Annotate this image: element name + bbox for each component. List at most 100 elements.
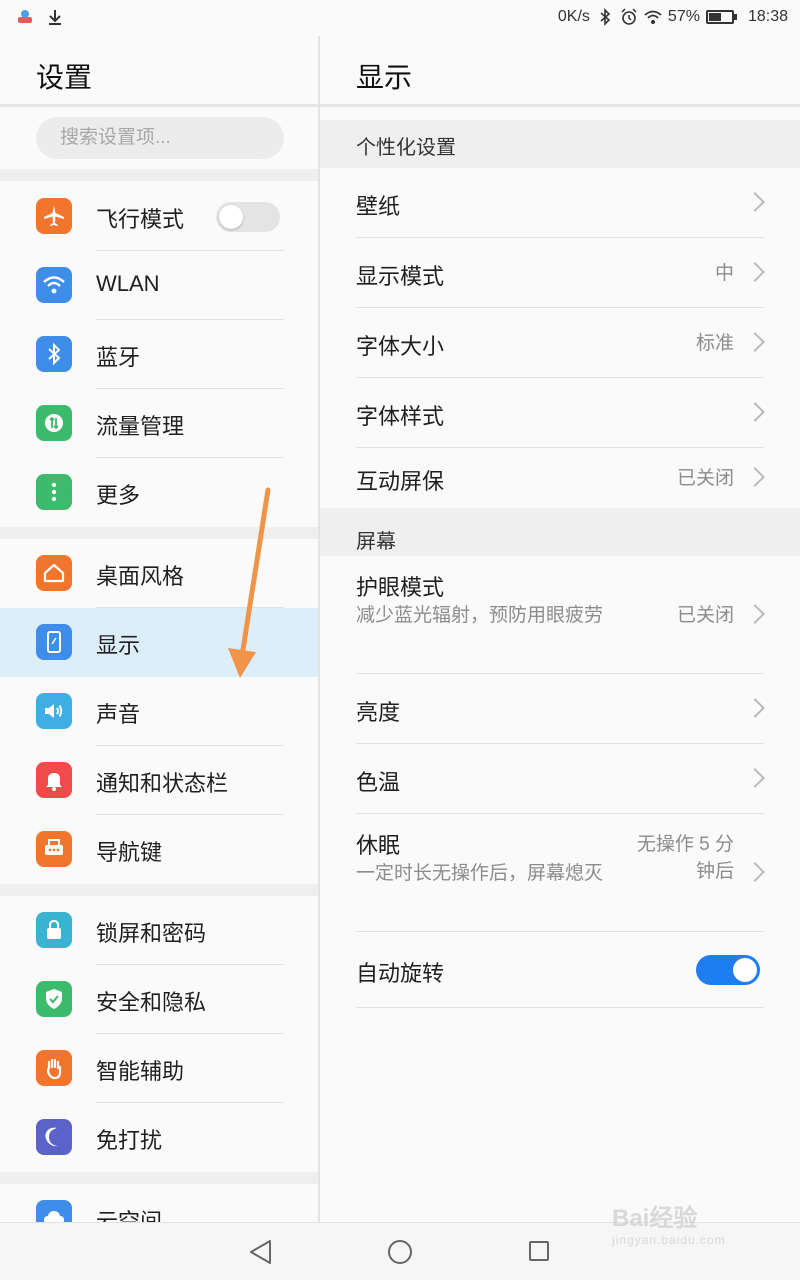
group-spacer bbox=[0, 1172, 318, 1184]
chevron-right-icon bbox=[745, 262, 765, 282]
page-title: 设置 bbox=[36, 62, 93, 93]
download-icon bbox=[49, 10, 61, 25]
alarm-icon bbox=[621, 8, 637, 25]
row-divider bbox=[356, 1007, 764, 1008]
search-input[interactable]: 搜索设置项... bbox=[36, 117, 284, 159]
setting-row[interactable]: 字体大小 标准 bbox=[320, 308, 800, 378]
sidebar-item-label: 桌面风格 bbox=[96, 564, 185, 589]
battery-percent: 57% bbox=[667, 8, 700, 25]
setting-row[interactable]: 自动旋转 bbox=[320, 932, 800, 1008]
setting-row[interactable]: 互动屏保 已关闭 bbox=[320, 448, 800, 508]
sidebar-item-4[interactable]: 流量管理 bbox=[0, 389, 318, 458]
recents-icon[interactable] bbox=[529, 1241, 549, 1261]
status-bar: 0K/s 57% 18:38 bbox=[0, 0, 800, 36]
sidebar-item-1[interactable]: 飞行模式 bbox=[0, 182, 318, 251]
sidebar-item-label: 通知和状态栏 bbox=[96, 771, 229, 796]
chevron-right-icon bbox=[745, 467, 765, 487]
group-spacer bbox=[0, 527, 318, 539]
sidebar-item-13[interactable]: 智能辅助 bbox=[0, 1034, 318, 1103]
setting-label: 字体大小 bbox=[356, 334, 445, 359]
setting-row[interactable]: 色温 bbox=[320, 744, 800, 814]
cloud-icon bbox=[36, 1200, 72, 1222]
lock-icon bbox=[36, 912, 72, 948]
sidebar-item-14[interactable]: 免打扰 bbox=[0, 1103, 318, 1172]
display-settings-pane: 显示 个性化设置 壁纸 显示模式中字体大小 标准 字体样式 互动屏保 已关闭 屏幕 护眼模式 减少… bbox=[320, 36, 800, 1222]
bluetooth-icon bbox=[600, 8, 611, 26]
sidebar-item-15[interactable]: 云空间 bbox=[0, 1184, 318, 1222]
setting-label: 护眼模式 bbox=[356, 575, 445, 600]
setting-row[interactable]: 壁纸 bbox=[320, 168, 800, 238]
title-divider bbox=[320, 104, 800, 107]
section-header-label: 屏幕 bbox=[356, 531, 396, 553]
setting-label: 亮度 bbox=[356, 700, 401, 725]
section-header-label: 个性化设置 bbox=[356, 137, 456, 159]
sound-icon bbox=[36, 693, 72, 729]
setting-row[interactable]: 护眼模式 减少蓝光辐射，预防用眼疲劳 已关闭 bbox=[320, 556, 800, 674]
detail-title: 显示 bbox=[356, 62, 413, 93]
setting-label: 字体样式 bbox=[356, 404, 445, 429]
setting-label: 色温 bbox=[356, 770, 401, 795]
setting-row[interactable]: 显示模式 中 bbox=[320, 238, 800, 308]
sidebar-item-label: 锁屏和密码 bbox=[96, 921, 207, 946]
setting-description: 一定时长无操作后，屏幕熄灭 bbox=[356, 863, 604, 884]
setting-row[interactable]: 休眠一定时长无操作后，屏幕熄灭 无操作 5 分钟后 bbox=[320, 814, 800, 932]
setting-row[interactable]: 亮度 bbox=[320, 674, 800, 744]
sidebar-item-label: 蓝牙 bbox=[96, 345, 141, 370]
data-usage-icon bbox=[36, 405, 72, 441]
setting-row[interactable]: 字体样式 bbox=[320, 378, 800, 448]
setting-label: 壁纸 bbox=[356, 194, 401, 219]
more-icon bbox=[36, 474, 72, 510]
group-spacer bbox=[0, 884, 318, 896]
auto-rotate-toggle[interactable] bbox=[696, 955, 760, 985]
hand-icon bbox=[36, 1050, 72, 1086]
sidebar-item-6[interactable]: 桌面风格 bbox=[0, 539, 318, 608]
section-header: 屏幕 bbox=[320, 508, 800, 556]
chevron-right-icon bbox=[745, 402, 765, 422]
sidebar-item-2[interactable]: WLAN bbox=[0, 251, 318, 320]
chevron-right-icon bbox=[745, 768, 765, 788]
setting-value: 无操作 5 分钟后 bbox=[636, 834, 734, 882]
sidebar-item-5[interactable]: 更多 bbox=[0, 458, 318, 527]
chevron-right-icon bbox=[745, 862, 765, 882]
chevron-right-icon bbox=[745, 332, 765, 352]
bell-icon bbox=[36, 762, 72, 798]
setting-label: 互动屏保 bbox=[356, 469, 445, 494]
setting-value: 已关闭 bbox=[676, 468, 734, 489]
section-header: 个性化设置 bbox=[320, 120, 800, 168]
sidebar-item-3[interactable]: 蓝牙 bbox=[0, 320, 318, 389]
sidebar-item-11[interactable]: 锁屏和密码 bbox=[0, 896, 318, 965]
sidebar-item-label: 导航键 bbox=[96, 840, 163, 865]
sidebar-item-9[interactable]: 通知和状态栏 bbox=[0, 746, 318, 815]
sidebar-item-label: WLAN bbox=[96, 271, 160, 296]
wifi-icon bbox=[644, 10, 662, 24]
sidebar-item-10[interactable]: 导航键 bbox=[0, 815, 318, 884]
home-icon bbox=[36, 555, 72, 591]
toggle-knob bbox=[219, 205, 243, 229]
setting-value: 已关闭 bbox=[676, 605, 734, 626]
chevron-right-icon bbox=[745, 698, 765, 718]
sidebar-item-label: 声音 bbox=[96, 702, 141, 727]
title-divider bbox=[0, 104, 318, 107]
network-speed: 0K/s bbox=[557, 8, 590, 25]
sidebar-item-8[interactable]: 声音 bbox=[0, 677, 318, 746]
toggle-knob bbox=[733, 958, 757, 982]
moon-icon bbox=[36, 1119, 72, 1155]
setting-label: 自动旋转 bbox=[356, 961, 445, 986]
back-icon[interactable] bbox=[248, 1238, 274, 1266]
setting-value: 标准 bbox=[695, 333, 734, 354]
navigation-key-icon bbox=[36, 831, 72, 867]
home-icon[interactable] bbox=[388, 1240, 412, 1264]
airplane-mode-toggle[interactable] bbox=[216, 202, 280, 232]
wifi-icon bbox=[36, 267, 72, 303]
sidebar-item-label: 安全和隐私 bbox=[96, 990, 207, 1015]
shield-icon bbox=[36, 981, 72, 1017]
sidebar-item-label: 智能辅助 bbox=[96, 1059, 185, 1084]
settings-list-pane: 设置 搜索设置项... 飞行模式 WLAN 蓝牙流量管理更多桌面风格显示声音通知和状… bbox=[0, 36, 318, 1222]
chevron-right-icon bbox=[745, 604, 765, 624]
sidebar-item-label: 更多 bbox=[96, 483, 141, 508]
sidebar-item-7[interactable]: 显示 bbox=[0, 608, 318, 677]
battery-icon bbox=[705, 10, 737, 24]
sidebar-item-12[interactable]: 安全和隐私 bbox=[0, 965, 318, 1034]
setting-label: 休眠 bbox=[356, 833, 401, 858]
setting-value: 中 bbox=[714, 263, 734, 284]
